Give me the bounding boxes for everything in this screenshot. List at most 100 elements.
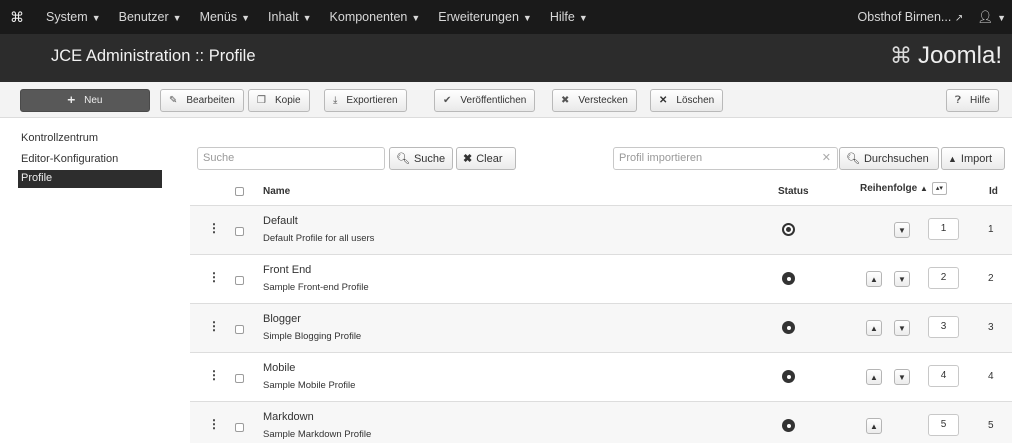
edit-button[interactable]: ✎ Bearbeiten xyxy=(160,89,244,112)
help-button[interactable]: ❓︎ Hilfe xyxy=(946,89,1000,112)
profile-name[interactable]: Blogger xyxy=(263,313,301,325)
sidebar-item-editor-config[interactable]: Editor-Konfiguration xyxy=(18,152,162,167)
profile-name[interactable]: Markdown xyxy=(263,411,314,423)
save-order-select[interactable]: ▴▾ xyxy=(931,182,947,195)
move-up-button[interactable]: ▲ xyxy=(866,320,882,336)
brand-text: Joomla! xyxy=(917,42,1002,69)
sidebar: Kontrollzentrum Editor-Konfiguration Pro… xyxy=(18,131,162,188)
menu-label: Inhalt xyxy=(268,10,299,24)
ordering-input[interactable]: 2 xyxy=(928,267,959,289)
move-down-button[interactable]: ▼ xyxy=(894,320,910,336)
drag-handle-icon[interactable]: ⋮ xyxy=(208,221,220,235)
edit-button-label: Bearbeiten xyxy=(186,95,235,106)
menu-label: Menüs xyxy=(199,10,238,24)
menu-components[interactable]: Komponenten ▼ xyxy=(330,10,421,24)
table-row: ⋮ Front End Sample Front-end Profile ▲ ▼… xyxy=(190,254,1012,303)
column-name[interactable]: Name xyxy=(263,186,290,197)
help-button-label: Hilfe xyxy=(970,95,991,106)
top-navbar: ⌘ System ▼ Benutzer ▼ Menüs ▼ Inhalt ▼ Kompo… xyxy=(0,0,1012,34)
status-published-icon[interactable] xyxy=(782,272,795,285)
row-checkbox[interactable] xyxy=(235,423,244,432)
status-default-icon[interactable] xyxy=(782,223,795,236)
page-header: JCE Administration :: Profile ⌘ Joomla! xyxy=(0,34,1012,82)
search-button[interactable]: 🔍︎ Suche xyxy=(389,147,453,170)
delete-button[interactable]: ✕ Löschen xyxy=(650,89,724,112)
copy-button[interactable]: ❐ Kopie xyxy=(248,89,310,112)
sidebar-item-control-center[interactable]: Kontrollzentrum xyxy=(18,131,162,146)
move-up-button[interactable]: ▲ xyxy=(866,369,882,385)
new-button-label: Neu xyxy=(84,95,103,106)
status-published-icon[interactable] xyxy=(782,370,795,383)
profile-id: 4 xyxy=(988,371,994,382)
move-up-button[interactable]: ▲ xyxy=(866,271,882,287)
external-link-icon: ↗ xyxy=(954,13,964,24)
profile-id: 3 xyxy=(988,322,994,333)
status-published-icon[interactable] xyxy=(782,419,795,432)
question-circle-icon: ❓︎ xyxy=(955,95,962,106)
search-button-label: Suche xyxy=(413,152,446,165)
drag-handle-icon[interactable]: ⋮ xyxy=(208,368,220,382)
caret-down-icon: ▼ xyxy=(91,13,101,23)
profile-description: Sample Markdown Profile xyxy=(263,429,372,440)
column-ordering[interactable]: Reihenfolge ▲ ▴▾ xyxy=(860,182,947,195)
download-icon: ⤓ xyxy=(333,95,338,106)
ordering-input[interactable]: 5 xyxy=(928,414,959,436)
clear-button[interactable]: ✖ Clear xyxy=(456,147,516,170)
status-published-icon[interactable] xyxy=(782,321,795,334)
clear-x-icon[interactable]: ✕ xyxy=(822,148,831,169)
table-row: ⋮ Default Default Profile for all users … xyxy=(190,205,1012,254)
ordering-input[interactable]: 3 xyxy=(928,316,959,338)
caret-down-icon: ▼ xyxy=(302,13,312,23)
menu-help[interactable]: Hilfe ▼ xyxy=(550,10,588,24)
close-icon: ✖ xyxy=(463,153,473,165)
table-row: ⋮ Blogger Simple Blogging Profile ▲ ▼ 3 … xyxy=(190,303,1012,352)
export-button[interactable]: ⤓ Exportieren xyxy=(324,89,407,112)
publish-button[interactable]: ✔ Veröffentlichen xyxy=(434,89,536,112)
move-down-button[interactable]: ▼ xyxy=(894,222,910,238)
drag-handle-icon[interactable]: ⋮ xyxy=(208,270,220,284)
new-button[interactable]: ➕︎ Neu xyxy=(20,89,150,112)
menu-content[interactable]: Inhalt ▼ xyxy=(268,10,312,24)
column-status[interactable]: Status xyxy=(778,186,809,197)
ordering-input[interactable]: 4 xyxy=(928,365,959,387)
sidebar-item-profiles[interactable]: Profile xyxy=(18,170,162,188)
row-checkbox[interactable] xyxy=(235,227,244,236)
move-up-button[interactable]: ▲ xyxy=(866,418,882,434)
move-down-button[interactable]: ▼ xyxy=(894,369,910,385)
menu-system[interactable]: System ▼ xyxy=(46,10,101,24)
drag-handle-icon[interactable]: ⋮ xyxy=(208,417,220,431)
profile-name[interactable]: Front End xyxy=(263,264,311,276)
profile-name[interactable]: Default xyxy=(263,215,298,227)
profile-description: Simple Blogging Profile xyxy=(263,331,362,342)
browse-button[interactable]: 🔍︎ Durchsuchen xyxy=(839,147,939,170)
export-button-label: Exportieren xyxy=(346,95,398,106)
ordering-input[interactable]: 1 xyxy=(928,218,959,240)
row-checkbox[interactable] xyxy=(235,276,244,285)
caret-down-icon: ▼ xyxy=(522,13,532,23)
caret-down-icon: ▼ xyxy=(997,12,1006,23)
user-icon: 👤︎ xyxy=(977,9,994,24)
search-input[interactable]: Suche xyxy=(197,147,385,170)
import-file-input[interactable]: Profil importieren ✕ xyxy=(613,147,838,170)
menu-label: Komponenten xyxy=(329,10,408,24)
user-menu[interactable]: 👤︎ ▼ xyxy=(977,10,1006,25)
menu-extensions[interactable]: Erweiterungen ▼ xyxy=(438,10,532,24)
table-row: ⋮ Mobile Sample Mobile Profile ▲ ▼ 4 4 xyxy=(190,352,1012,401)
drag-handle-icon[interactable]: ⋮ xyxy=(208,319,220,333)
clear-button-label: Clear xyxy=(476,152,503,165)
joomla-icon[interactable]: ⌘ xyxy=(10,9,32,26)
copy-button-label: Kopie xyxy=(274,95,301,106)
import-button[interactable]: ▲ Import xyxy=(941,147,1005,170)
main-menu: System ▼ Benutzer ▼ Menüs ▼ Inhalt ▼ Kompone… xyxy=(46,10,588,24)
menu-users[interactable]: Benutzer ▼ xyxy=(119,10,182,24)
site-link[interactable]: Obsthof Birnen... ↗ xyxy=(858,10,964,24)
column-id[interactable]: Id xyxy=(989,186,998,197)
menu-menus[interactable]: Menüs ▼ xyxy=(200,10,250,24)
row-checkbox[interactable] xyxy=(235,374,244,383)
row-checkbox[interactable] xyxy=(235,325,244,334)
profile-name[interactable]: Mobile xyxy=(263,362,295,374)
search-icon: 🔍︎ xyxy=(396,153,410,165)
hide-button[interactable]: ✖ Verstecken xyxy=(552,89,637,112)
select-all-checkbox[interactable] xyxy=(235,187,244,196)
move-down-button[interactable]: ▼ xyxy=(894,271,910,287)
